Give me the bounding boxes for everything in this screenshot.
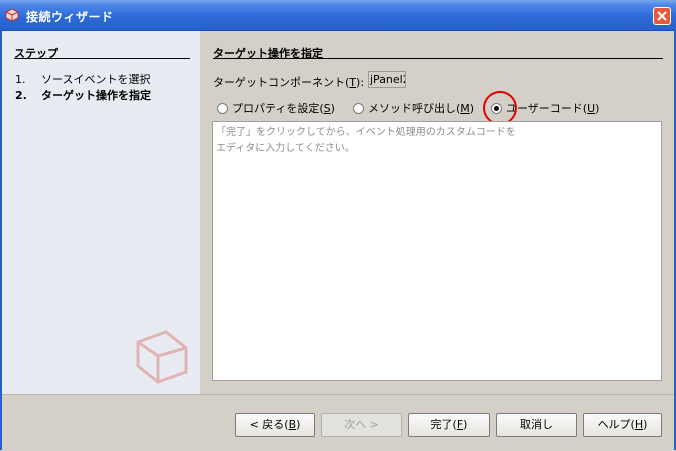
wizard-cube-icon: [5, 8, 19, 22]
cube-watermark-icon: [136, 330, 188, 384]
title-bar: 接続ウィザード: [0, 0, 676, 31]
finish-button[interactable]: 完了(F): [408, 413, 490, 437]
step-number: 2.: [15, 89, 27, 102]
steps-pane: ステップ 1. ソースイベントを選択 2. ターゲット操作を指定: [2, 31, 200, 394]
radio-label: メソッド呼び出し(M): [368, 102, 475, 115]
step-item-1: 1. ソースイベントを選択: [15, 71, 150, 87]
target-component-label: ターゲットコンポーネント(T):: [213, 76, 365, 89]
radio-call-method[interactable]: メソッド呼び出し(M): [353, 100, 474, 116]
radio-unchecked-icon: [353, 102, 364, 114]
next-button[interactable]: 次へ >: [321, 413, 402, 437]
editor-hint-line: エディタに入力してください。: [216, 143, 355, 154]
radio-unchecked-icon: [217, 102, 228, 114]
step-label: ターゲット操作を指定: [41, 89, 151, 102]
step-label: ソースイベントを選択: [41, 73, 151, 86]
button-bar: < 戻る(B) 次へ > 完了(F) 取消し ヘルプ(H): [2, 394, 674, 451]
cancel-button[interactable]: 取消し: [496, 413, 577, 437]
window-title: 接続ウィザード: [26, 10, 114, 24]
steps-divider: [14, 58, 190, 59]
close-icon: [657, 11, 667, 21]
editor-hint-line: 「完了」をクリックしてから、イベント処理用のカスタムコードを: [216, 127, 516, 138]
content-divider: [213, 58, 663, 59]
step-item-2: 2. ターゲット操作を指定: [15, 87, 151, 103]
radio-label: プロパティを設定(S): [232, 102, 335, 115]
user-code-editor[interactable]: 「完了」をクリックしてから、イベント処理用のカスタムコードを エディタに入力して…: [212, 121, 662, 381]
step-number: 1.: [15, 73, 26, 86]
help-button[interactable]: ヘルプ(H): [583, 413, 662, 437]
back-button[interactable]: < 戻る(B): [235, 413, 315, 437]
content-pane: ターゲット操作を指定 ターゲットコンポーネント(T): jPanel2 プロパテ…: [202, 31, 674, 394]
radio-set-property[interactable]: プロパティを設定(S): [217, 100, 335, 116]
radio-label: ユーザーコード(U): [506, 102, 600, 115]
target-component-field[interactable]: jPanel2: [368, 71, 406, 88]
highlight-circle-annotation: [483, 91, 517, 125]
close-button[interactable]: [653, 7, 671, 25]
